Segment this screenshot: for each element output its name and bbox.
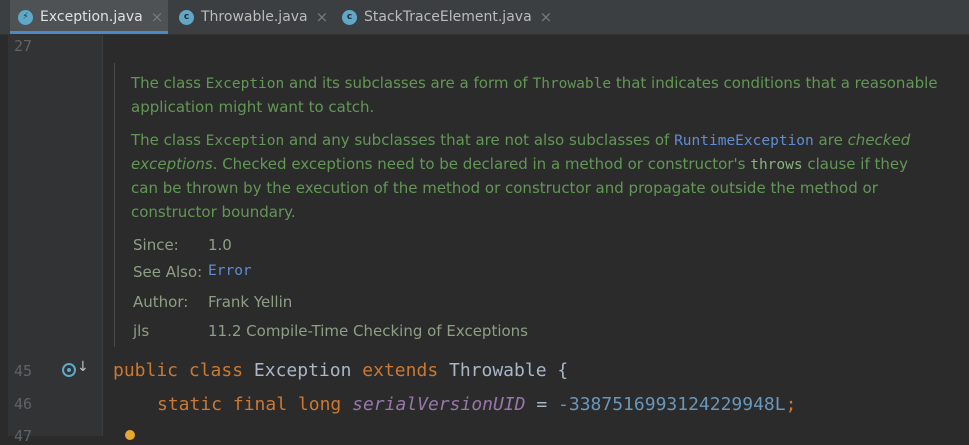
- doc-meta-since: Since: 1.0: [133, 236, 232, 254]
- doc-text: and any subclasses that are not also sub…: [284, 131, 675, 149]
- line-number: 45: [14, 362, 33, 380]
- rendered-javadoc: The class Exception and its subclasses a…: [114, 63, 960, 347]
- doc-text: and its subclasses are a form of: [284, 74, 533, 92]
- doc-code: throws: [750, 157, 803, 173]
- doc-paragraph-2-line-3: can be thrown by the execution of the me…: [131, 179, 878, 197]
- doc-text: clause if they: [802, 155, 909, 173]
- java-class-icon: c: [342, 9, 357, 25]
- doc-code: Exception: [205, 133, 285, 149]
- keyword-long: long: [297, 394, 342, 415]
- numeric-literal: -3387516993124229948L: [558, 394, 786, 415]
- doc-paragraph-2-line-4: constructor boundary.: [131, 203, 296, 221]
- left-tool-strip: [0, 35, 8, 436]
- java-interface-icon: ⚡: [18, 9, 33, 25]
- close-icon[interactable]: ×: [151, 8, 164, 26]
- tab-label: Throwable.java: [201, 9, 308, 25]
- editor-tab-bar: ⚡ Exception.java × c Throwable.java × c …: [0, 0, 969, 35]
- doc-meta-author: Author: Frank Yellin: [133, 293, 292, 311]
- meta-value: Frank Yellin: [208, 293, 293, 311]
- keyword-extends: extends: [362, 360, 439, 381]
- tab-label: StackTraceElement.java: [364, 9, 532, 25]
- line-number: 27: [14, 37, 33, 55]
- doc-text: The class: [131, 74, 206, 92]
- doc-meta-jls: jls 11.2 Compile-Time Checking of Except…: [133, 322, 528, 340]
- parent-class-name[interactable]: Throwable: [449, 360, 547, 381]
- meta-value: 11.2 Compile-Time Checking of Exceptions: [208, 322, 528, 340]
- close-icon[interactable]: ×: [540, 8, 553, 26]
- doc-code: Throwable: [532, 76, 612, 92]
- overridden-arrow-icon[interactable]: ↓: [77, 359, 89, 375]
- doc-meta-see-also: See Also: Error: [133, 263, 252, 281]
- doc-paragraph-1-line-1: The class Exception and its subclasses a…: [131, 71, 938, 96]
- tab-label: Exception.java: [40, 9, 143, 25]
- tab-exception-java[interactable]: ⚡ Exception.java ×: [10, 0, 168, 34]
- keyword-public: public: [113, 360, 179, 381]
- doc-text: that indicates conditions that a reasona…: [611, 74, 938, 92]
- meta-label: Since:: [133, 236, 179, 254]
- implements-method-icon[interactable]: [62, 363, 76, 377]
- tab-stacktraceelement-java[interactable]: c StackTraceElement.java ×: [334, 0, 554, 34]
- intention-bulb-icon[interactable]: [125, 430, 135, 440]
- meta-label: Author:: [133, 293, 189, 311]
- doc-paragraph-1-line-2: application might want to catch.: [131, 98, 375, 116]
- line-number: 46: [14, 395, 33, 413]
- tab-throwable-java[interactable]: c Throwable.java ×: [171, 0, 331, 34]
- doc-paragraph-2-line-1: The class Exception and any subclasses t…: [131, 128, 910, 153]
- java-class-icon: c: [179, 9, 194, 25]
- class-name: Exception: [253, 360, 352, 381]
- code-line-45[interactable]: public class Exception extends Throwable…: [113, 360, 568, 381]
- doc-paragraph-2-line-2: exceptions. Checked exceptions need to b…: [131, 152, 908, 177]
- semicolon: ;: [785, 394, 797, 415]
- doc-text: are: [813, 131, 848, 149]
- doc-emphasis: exceptions: [131, 155, 213, 173]
- open-brace: {: [557, 360, 569, 381]
- doc-text: . Checked exceptions need to be declared…: [212, 155, 751, 173]
- doc-emphasis: checked: [847, 131, 911, 149]
- assign-operator: =: [536, 394, 548, 415]
- meta-value: 1.0: [208, 236, 232, 254]
- code-editor[interactable]: The class Exception and its subclasses a…: [103, 35, 969, 436]
- field-name: serialVersionUID: [352, 394, 526, 415]
- close-icon[interactable]: ×: [316, 8, 329, 26]
- keyword-class: class: [188, 360, 244, 381]
- keyword-static: static: [157, 394, 223, 415]
- meta-label: jls: [133, 322, 150, 340]
- line-number-gutter[interactable]: 27 45 46 47: [0, 35, 103, 445]
- meta-label: See Also:: [133, 263, 203, 281]
- keyword-final: final: [232, 394, 288, 415]
- error-link[interactable]: Error: [208, 263, 252, 279]
- line-number: 47: [14, 427, 33, 445]
- code-line-46[interactable]: static final long serialVersionUID = -33…: [157, 394, 796, 415]
- runtimeexception-link[interactable]: RuntimeException: [674, 133, 814, 149]
- doc-text: The class: [131, 131, 206, 149]
- doc-code: Exception: [205, 76, 285, 92]
